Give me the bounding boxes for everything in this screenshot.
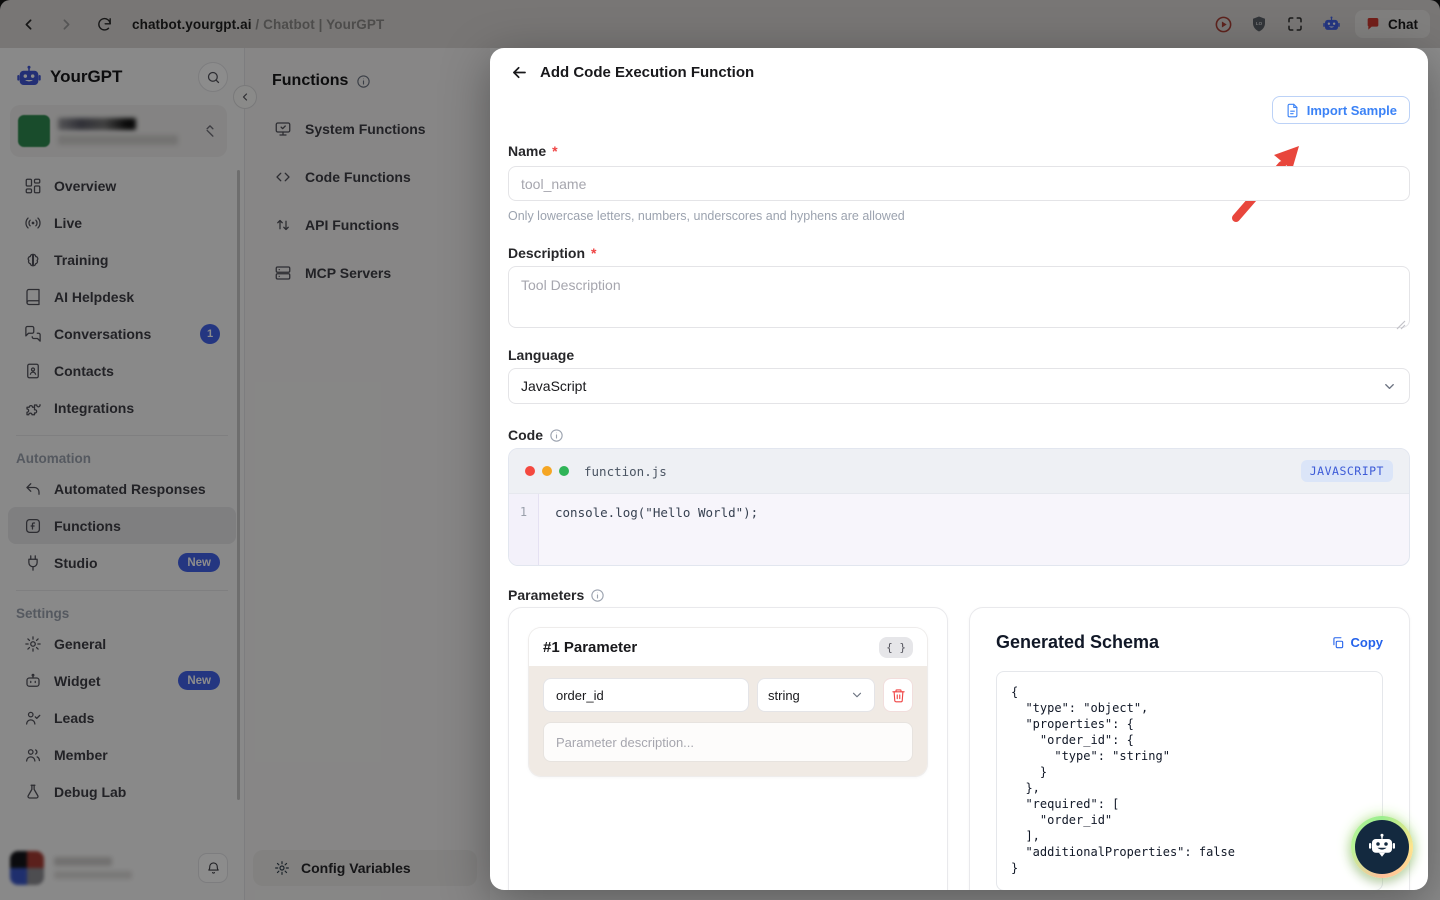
chevron-down-icon [852, 692, 862, 698]
arrow-left-icon [512, 66, 526, 78]
copy-schema-button[interactable]: Copy [1331, 635, 1384, 650]
schema-code-box: { "type": "object", "properties": { "ord… [996, 671, 1383, 890]
add-code-function-modal: Add Code Execution Function Import Sampl… [490, 48, 1428, 890]
name-field-label: Name * [508, 143, 558, 159]
language-badge: JAVASCRIPT [1300, 460, 1393, 482]
parameter-item: #1 Parameter { } string [529, 628, 927, 776]
trash-icon [891, 688, 905, 702]
generated-schema-title: Generated Schema [996, 632, 1160, 652]
language-field-label: Language [508, 347, 575, 363]
parameter-type-select[interactable]: string [757, 678, 875, 712]
resize-grip-icon[interactable] [1396, 320, 1406, 330]
required-asterisk: * [591, 245, 597, 261]
parameter-type-value: string [768, 687, 800, 703]
language-select[interactable]: JavaScript [508, 368, 1410, 404]
parameters-card: #1 Parameter { } string [508, 607, 948, 890]
robot-face-icon [1369, 833, 1395, 857]
info-icon[interactable] [590, 588, 605, 603]
modal-title: Add Code Execution Function [540, 63, 755, 81]
description-input[interactable] [508, 266, 1410, 328]
copy-icon [1332, 636, 1343, 648]
code-filename: function.js [584, 463, 667, 479]
name-helper-text: Only lowercase letters, numbers, undersc… [508, 209, 905, 223]
traffic-light-yellow-icon [542, 466, 552, 476]
copy-label: Copy [1350, 635, 1384, 650]
parameter-title: #1 Parameter [543, 638, 638, 656]
name-input[interactable] [508, 166, 1410, 201]
parameter-name-input[interactable] [543, 678, 749, 712]
code-editor[interactable]: function.js JAVASCRIPT 1 console.log("He… [508, 448, 1410, 566]
traffic-light-red-icon [525, 466, 535, 476]
required-asterisk: * [552, 143, 558, 159]
chat-widget-button[interactable] [1351, 816, 1413, 878]
generated-schema-card: Generated Schema Copy { "type": "object"… [969, 607, 1410, 890]
parameters-field-label: Parameters [508, 587, 605, 603]
traffic-light-green-icon [559, 466, 569, 476]
modal-back-button[interactable] [508, 61, 530, 83]
description-field-label: Description * [508, 245, 597, 261]
info-icon[interactable] [549, 428, 564, 443]
schema-json: { "type": "object", "properties": { "ord… [1011, 685, 1235, 875]
import-sample-button[interactable]: Import Sample [1271, 96, 1410, 124]
code-editor-header: function.js JAVASCRIPT [509, 449, 1409, 494]
code-field-label: Code [508, 427, 564, 443]
line-number: 1 [509, 494, 539, 565]
language-value: JavaScript [521, 378, 587, 394]
file-text-icon [1287, 103, 1298, 117]
delete-parameter-button[interactable] [883, 678, 913, 712]
code-line[interactable]: console.log("Hello World"); [539, 494, 758, 565]
chevron-down-icon [1385, 383, 1394, 389]
json-view-toggle[interactable]: { } [879, 636, 913, 658]
import-sample-label: Import Sample [1306, 102, 1397, 118]
parameter-description-input[interactable] [543, 722, 913, 762]
chat-widget-bubble [1355, 820, 1409, 874]
